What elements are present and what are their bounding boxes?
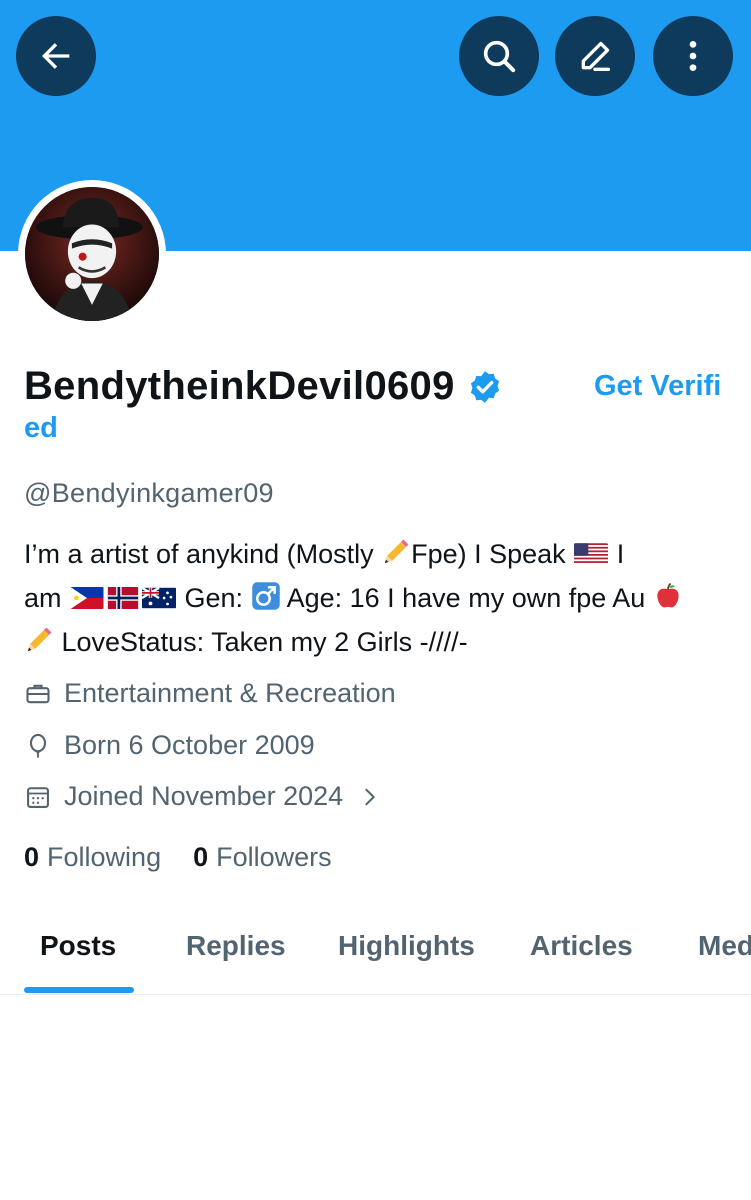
avatar[interactable] bbox=[18, 180, 166, 328]
get-verified-link-continued[interactable]: ed bbox=[24, 412, 58, 445]
bio-text: Fpe) I Speak bbox=[411, 539, 574, 569]
back-button[interactable] bbox=[16, 16, 96, 96]
following-count: 0 bbox=[24, 842, 40, 872]
tab-articles[interactable]: Articles bbox=[530, 930, 633, 962]
chevron-right-icon[interactable] bbox=[359, 786, 381, 808]
bio-text: am bbox=[24, 583, 70, 613]
apple-emoji-icon bbox=[653, 581, 683, 622]
joined-date-row[interactable]: Joined November 2024 bbox=[24, 781, 381, 812]
pencil-emoji-icon bbox=[381, 537, 411, 578]
name-row: BendytheinkDevil0609 Get Verifi bbox=[24, 362, 734, 419]
tab-media[interactable]: Media bbox=[698, 930, 751, 962]
birthdate: Born 6 October 2009 bbox=[64, 730, 315, 760]
active-tab-indicator bbox=[24, 987, 134, 993]
avatar-image bbox=[25, 187, 159, 321]
joined-date: Joined November 2024 bbox=[64, 781, 344, 811]
display-name: BendytheinkDevil0609 bbox=[24, 364, 455, 408]
edit-button[interactable] bbox=[555, 16, 635, 96]
verified-badge-icon[interactable] bbox=[467, 369, 503, 405]
followers-label: Followers bbox=[216, 842, 332, 872]
username-handle: @Bendyinkgamer09 bbox=[24, 478, 274, 508]
following-label: Following bbox=[47, 842, 162, 872]
bio-text: I’m a artist of anykind (Mostly bbox=[24, 539, 382, 569]
search-icon bbox=[483, 40, 516, 73]
philippines-flag-icon bbox=[70, 587, 104, 609]
follow-stats: 0 Following 0 Followers bbox=[24, 842, 364, 873]
bio-text: LoveStatus: Taken my 2 Girls -////- bbox=[54, 627, 468, 657]
tab-replies[interactable]: Replies bbox=[186, 930, 286, 962]
bio-text: I bbox=[609, 539, 625, 569]
pencil-emoji-icon bbox=[24, 625, 54, 666]
profile-category-row: Entertainment & Recreation bbox=[24, 678, 396, 709]
norway-flag-icon bbox=[106, 587, 140, 609]
arrow-left-icon bbox=[42, 43, 70, 69]
profile-category: Entertainment & Recreation bbox=[64, 678, 396, 708]
male-sign-emoji-icon bbox=[251, 581, 281, 622]
search-button[interactable] bbox=[459, 16, 539, 96]
tab-posts[interactable]: Posts bbox=[40, 930, 116, 962]
following-link[interactable]: 0 Following bbox=[24, 842, 161, 873]
bio-text: Gen: bbox=[177, 583, 251, 613]
calendar-icon bbox=[24, 783, 52, 811]
australia-flag-icon bbox=[142, 587, 177, 609]
profile-tabs: Posts Replies Highlights Articles Media bbox=[0, 900, 751, 995]
pencil-icon bbox=[581, 41, 610, 72]
bio-text: Age: 16 I have my own fpe Au bbox=[280, 583, 653, 613]
briefcase-icon bbox=[24, 680, 52, 708]
followers-count: 0 bbox=[193, 842, 209, 872]
tab-media-clip: Media bbox=[698, 900, 751, 990]
balloon-icon bbox=[24, 732, 52, 760]
more-options-button[interactable] bbox=[653, 16, 733, 96]
get-verified-link[interactable]: Get Verifi bbox=[594, 362, 721, 410]
us-flag-icon bbox=[574, 543, 609, 565]
followers-link[interactable]: 0 Followers bbox=[193, 842, 332, 873]
more-vertical-icon bbox=[689, 41, 697, 71]
tab-highlights[interactable]: Highlights bbox=[338, 930, 475, 962]
profile-bio: I’m a artist of anykind (Mostly Fpe) I S… bbox=[24, 534, 734, 666]
birthdate-row: Born 6 October 2009 bbox=[24, 730, 315, 761]
